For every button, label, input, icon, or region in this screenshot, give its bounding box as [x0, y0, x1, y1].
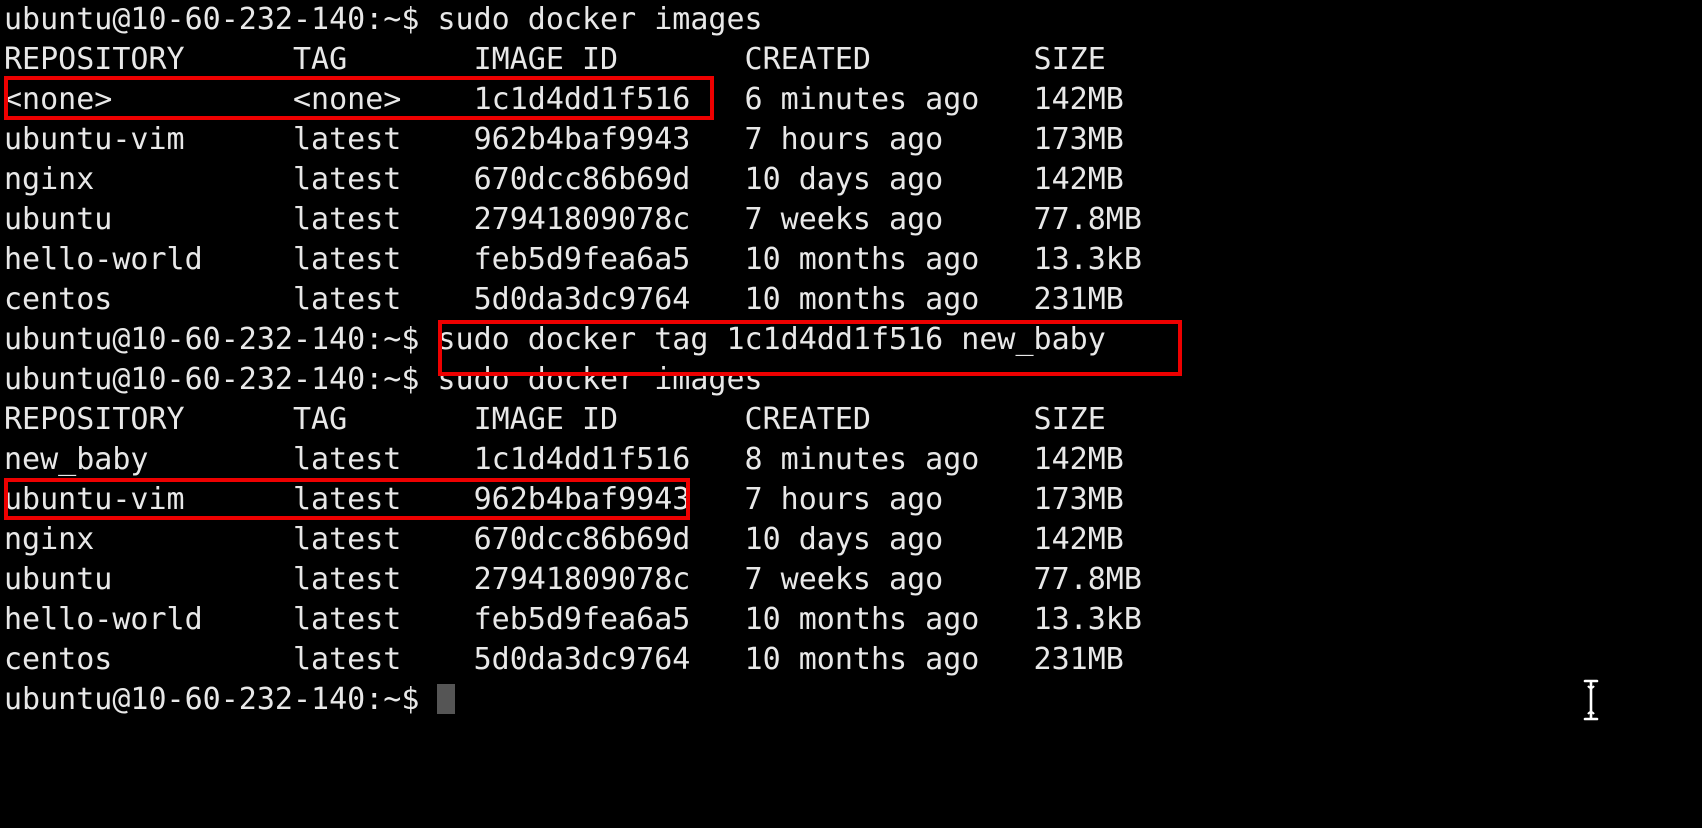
line-text: ubuntu@10-60-232-140:~$ sudo docker imag… — [4, 2, 763, 37]
block-cursor — [437, 684, 456, 714]
terminal-line-image-row-hello-world-1: hello-world latest feb5d9fea6a5 10 month… — [0, 240, 1702, 280]
line-text: hello-world latest feb5d9fea6a5 10 month… — [4, 602, 1142, 637]
line-text: ubuntu latest 27941809078c 7 weeks ago 7… — [4, 202, 1142, 237]
terminal-line-table-header-1: REPOSITORY TAG IMAGE ID CREATED SIZE — [0, 40, 1702, 80]
terminal-line-image-row-centos-2: centos latest 5d0da3dc9764 10 months ago… — [0, 640, 1702, 680]
terminal-line-image-row-nginx-2: nginx latest 670dcc86b69d 10 days ago 14… — [0, 520, 1702, 560]
terminal-line-image-row-ubuntu-vim-1: ubuntu-vim latest 962b4baf9943 7 hours a… — [0, 120, 1702, 160]
line-text: ubuntu-vim latest 962b4baf9943 7 hours a… — [4, 482, 1124, 517]
line-text: ubuntu latest 27941809078c 7 weeks ago 7… — [4, 562, 1142, 597]
line-text: hello-world latest feb5d9fea6a5 10 month… — [4, 242, 1142, 277]
terminal-line-command-images-1: ubuntu@10-60-232-140:~$ sudo docker imag… — [0, 0, 1702, 40]
line-text: REPOSITORY TAG IMAGE ID CREATED SIZE — [4, 42, 1106, 77]
terminal-line-image-row-new-baby: new_baby latest 1c1d4dd1f516 8 minutes a… — [0, 440, 1702, 480]
line-text: <none> <none> 1c1d4dd1f516 6 minutes ago… — [4, 82, 1124, 117]
line-text: new_baby latest 1c1d4dd1f516 8 minutes a… — [4, 442, 1124, 477]
line-text: ubuntu@10-60-232-140:~$ sudo docker tag … — [4, 322, 1106, 357]
terminal-line-image-row-ubuntu-vim-2: ubuntu-vim latest 962b4baf9943 7 hours a… — [0, 480, 1702, 520]
prompt-text: ubuntu@10-60-232-140:~$ — [4, 682, 438, 717]
i-beam-cursor-icon — [1583, 679, 1599, 721]
terminal-line-command-images-2: ubuntu@10-60-232-140:~$ sudo docker imag… — [0, 360, 1702, 400]
line-text: ubuntu-vim latest 962b4baf9943 7 hours a… — [4, 122, 1124, 157]
line-text: centos latest 5d0da3dc9764 10 months ago… — [4, 642, 1124, 677]
terminal-line-command-docker-tag: ubuntu@10-60-232-140:~$ sudo docker tag … — [0, 320, 1702, 360]
terminal-screen[interactable]: ubuntu@10-60-232-140:~$ sudo docker imag… — [0, 0, 1702, 720]
line-text: nginx latest 670dcc86b69d 10 days ago 14… — [4, 162, 1124, 197]
terminal-line-image-row-ubuntu-2: ubuntu latest 27941809078c 7 weeks ago 7… — [0, 560, 1702, 600]
terminal-line-image-row-ubuntu-1: ubuntu latest 27941809078c 7 weeks ago 7… — [0, 200, 1702, 240]
terminal-line-active-prompt[interactable]: ubuntu@10-60-232-140:~$ — [0, 680, 1702, 720]
line-text: REPOSITORY TAG IMAGE ID CREATED SIZE — [4, 402, 1106, 437]
terminal-line-image-row-hello-world-2: hello-world latest feb5d9fea6a5 10 month… — [0, 600, 1702, 640]
terminal-window[interactable]: ubuntu@10-60-232-140:~$ sudo docker imag… — [0, 0, 1702, 828]
terminal-line-image-row-centos-1: centos latest 5d0da3dc9764 10 months ago… — [0, 280, 1702, 320]
terminal-line-image-row-nginx-1: nginx latest 670dcc86b69d 10 days ago 14… — [0, 160, 1702, 200]
terminal-line-image-row-none: <none> <none> 1c1d4dd1f516 6 minutes ago… — [0, 80, 1702, 120]
terminal-line-table-header-2: REPOSITORY TAG IMAGE ID CREATED SIZE — [0, 400, 1702, 440]
line-text: centos latest 5d0da3dc9764 10 months ago… — [4, 282, 1124, 317]
line-text: ubuntu@10-60-232-140:~$ sudo docker imag… — [4, 362, 763, 397]
line-text: nginx latest 670dcc86b69d 10 days ago 14… — [4, 522, 1124, 557]
